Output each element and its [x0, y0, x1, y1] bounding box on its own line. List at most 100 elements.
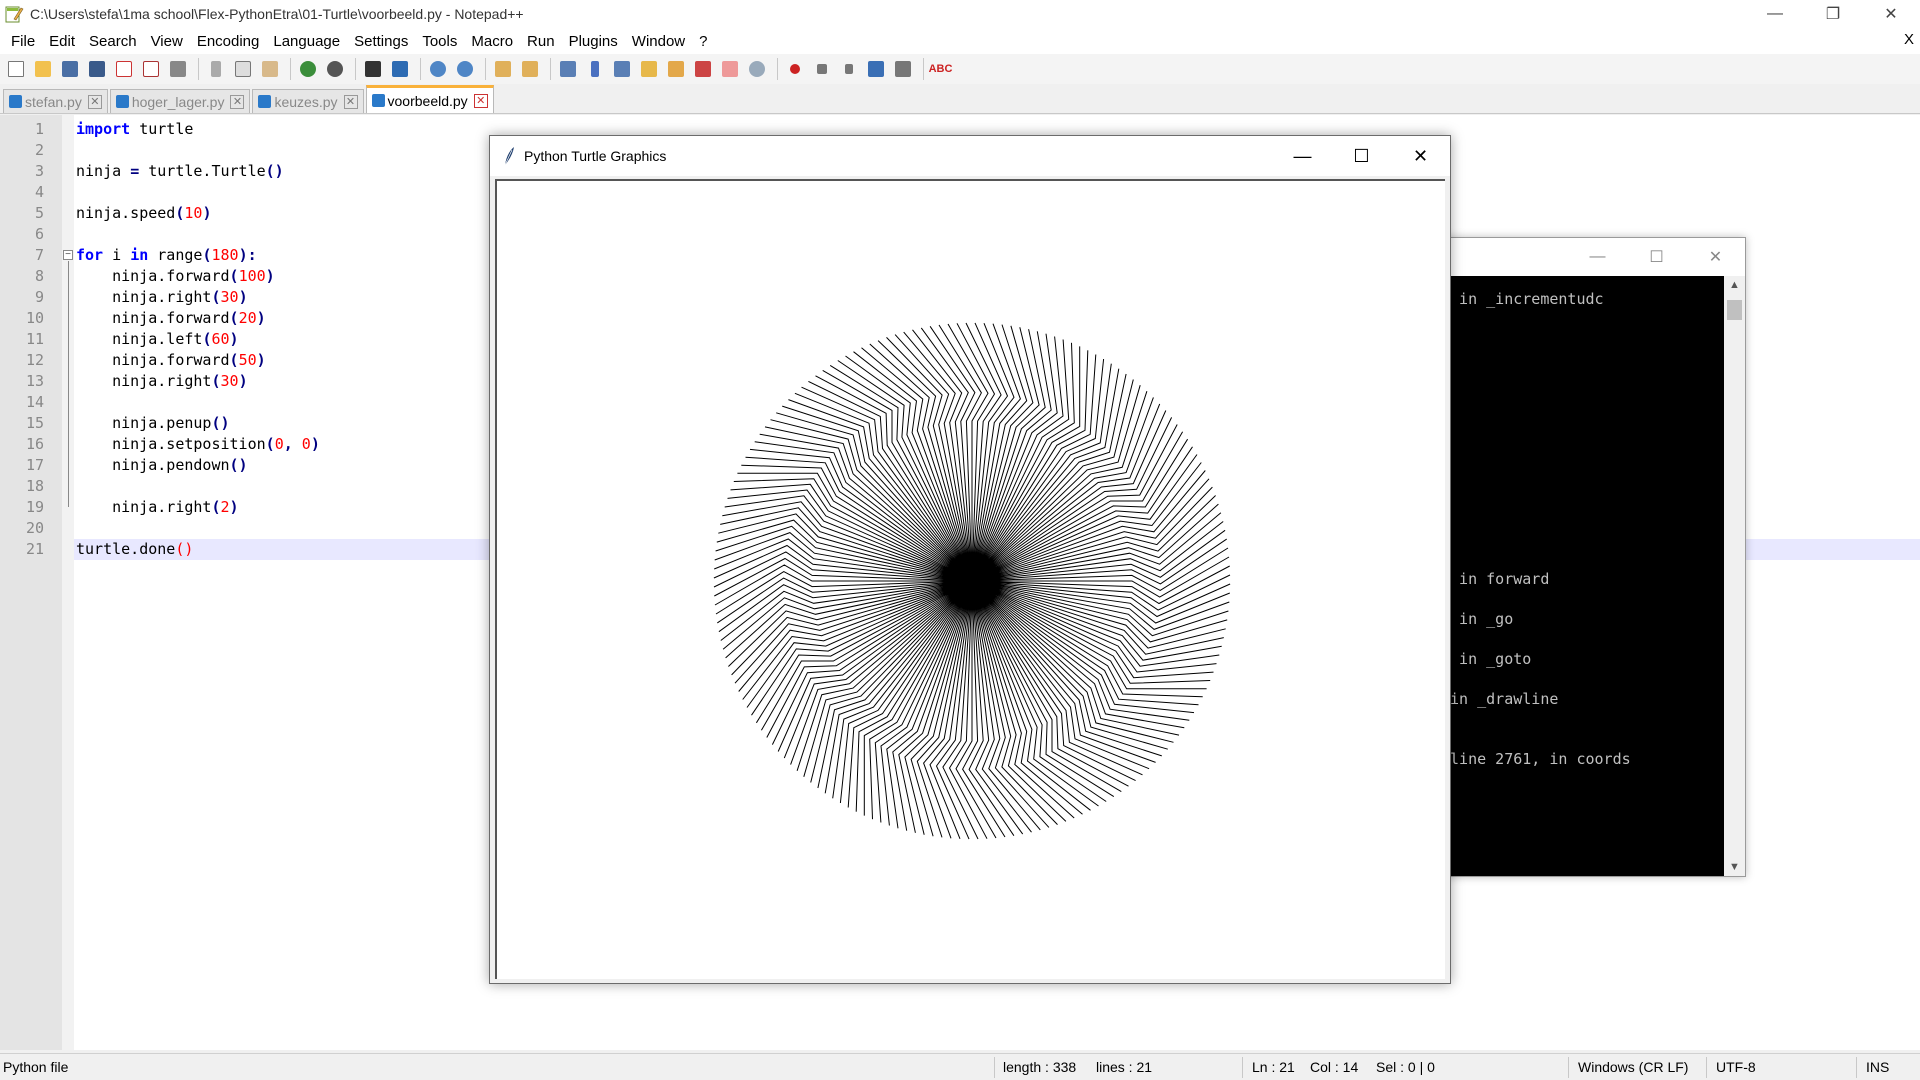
tab-close-icon[interactable]: ✕: [230, 94, 245, 109]
restore-button[interactable]: ❐: [1804, 0, 1862, 28]
sync-horizontal-icon[interactable]: [518, 58, 541, 80]
code-line[interactable]: ninja.pendown(): [76, 455, 247, 476]
scroll-thumb[interactable]: [1727, 300, 1742, 320]
turtle-minimize-button[interactable]: —: [1273, 136, 1332, 176]
turtle-drawing: [713, 322, 1231, 840]
code-token: for: [76, 246, 104, 264]
code-line[interactable]: ninja.right(30): [76, 371, 248, 392]
replace-icon[interactable]: [388, 58, 411, 80]
save-macro-icon[interactable]: [891, 58, 914, 80]
play-macro-icon[interactable]: [837, 58, 860, 80]
run-macro-multiple-icon[interactable]: [864, 58, 887, 80]
line-number: 3: [34, 162, 44, 180]
code-line[interactable]: ninja.forward(20): [76, 308, 266, 329]
minimize-button[interactable]: —: [1746, 0, 1804, 28]
doc-map-icon[interactable]: [664, 58, 687, 80]
redo-icon[interactable]: [323, 58, 346, 80]
code-line[interactable]: ninja.forward(50): [76, 350, 266, 371]
menu-run[interactable]: Run: [520, 33, 562, 50]
paste-icon[interactable]: [258, 58, 281, 80]
show-all-chars-icon[interactable]: [583, 58, 606, 80]
zoom-out-icon[interactable]: [453, 58, 476, 80]
menu-window[interactable]: Window: [625, 33, 692, 50]
udl-icon[interactable]: [637, 58, 660, 80]
tab-close-icon[interactable]: ✕: [343, 94, 358, 109]
turtle-canvas[interactable]: [495, 179, 1445, 979]
close-file-icon[interactable]: [112, 58, 135, 80]
menu-file[interactable]: File: [4, 33, 42, 50]
undo-icon[interactable]: [296, 58, 319, 80]
word-wrap-icon[interactable]: [556, 58, 579, 80]
turtle-close-button[interactable]: ✕: [1391, 136, 1450, 176]
tab-hoger-lager[interactable]: hoger_lager.py ✕: [109, 89, 251, 113]
code-line[interactable]: ninja.right(2): [76, 497, 238, 518]
spell-check-icon[interactable]: ABC: [929, 58, 953, 80]
scroll-up-icon[interactable]: ▲: [1724, 276, 1745, 294]
file-icon: [258, 95, 272, 108]
code-line[interactable]: ninja.right(30): [76, 287, 247, 308]
code-token: ): [238, 372, 248, 390]
stop-macro-icon[interactable]: [810, 58, 833, 80]
console-scrollbar[interactable]: ▲ ▼: [1724, 276, 1745, 876]
new-file-icon[interactable]: [4, 58, 27, 80]
turtle-maximize-button[interactable]: ☐: [1332, 136, 1391, 176]
save-icon[interactable]: [58, 58, 81, 80]
console-window[interactable]: — ☐ ✕ , in _incrementudc , in forward , …: [1440, 237, 1746, 877]
status-length: length : 338: [1003, 1059, 1077, 1075]
line-number: 7: [34, 246, 44, 264]
menu-plugins[interactable]: Plugins: [562, 33, 625, 50]
menu-encoding[interactable]: Encoding: [190, 33, 267, 50]
monitoring-icon[interactable]: [745, 58, 768, 80]
tab-close-icon[interactable]: ✕: [87, 94, 102, 109]
turtle-graphics-window[interactable]: Python Turtle Graphics — ☐ ✕: [489, 135, 1451, 984]
code-line[interactable]: for i in range(180):: [76, 245, 257, 266]
close-all-icon[interactable]: [139, 58, 162, 80]
folder-workspace-icon[interactable]: [718, 58, 741, 80]
code-line[interactable]: ninja.speed(10): [76, 203, 211, 224]
scroll-down-icon[interactable]: ▼: [1724, 858, 1745, 876]
print-icon[interactable]: [166, 58, 189, 80]
menu-macro[interactable]: Macro: [464, 33, 520, 50]
code-token: ninja.forward: [112, 351, 230, 369]
tab-voorbeeld[interactable]: voorbeeld.py ✕: [365, 85, 494, 113]
find-icon[interactable]: [361, 58, 384, 80]
code-token: import: [76, 120, 131, 138]
fold-toggle-icon[interactable]: −: [63, 250, 73, 260]
zoom-in-icon[interactable]: [426, 58, 449, 80]
menu-settings[interactable]: Settings: [347, 33, 415, 50]
tab-keuzes[interactable]: keuzes.py ✕: [252, 89, 364, 113]
sync-vertical-icon[interactable]: [491, 58, 514, 80]
console-minimize-button[interactable]: —: [1568, 238, 1627, 276]
tab-stefan[interactable]: stefan.py ✕: [3, 89, 108, 113]
record-macro-icon[interactable]: [783, 58, 806, 80]
menu-edit[interactable]: Edit: [42, 33, 82, 50]
copy-icon[interactable]: [231, 58, 254, 80]
code-line[interactable]: import turtle: [76, 119, 193, 140]
close-document-button[interactable]: X: [1904, 31, 1914, 48]
menu-search[interactable]: Search: [82, 33, 144, 50]
console-line: , in _goto: [1441, 650, 1532, 668]
line-number: 10: [25, 309, 44, 327]
save-all-icon[interactable]: [85, 58, 108, 80]
console-close-button[interactable]: ✕: [1686, 238, 1745, 276]
cut-icon[interactable]: [204, 58, 227, 80]
open-file-icon[interactable]: [31, 58, 54, 80]
code-line[interactable]: ninja.penup(): [76, 413, 229, 434]
code-line[interactable]: turtle.done(): [76, 539, 193, 560]
indent-guide-icon[interactable]: [610, 58, 633, 80]
console-maximize-button[interactable]: ☐: [1627, 238, 1686, 276]
menu-view[interactable]: View: [144, 33, 190, 50]
code-line[interactable]: ninja = turtle.Turtle(): [76, 161, 284, 182]
function-list-icon[interactable]: [691, 58, 714, 80]
code-token: (: [229, 267, 239, 285]
menu-tools[interactable]: Tools: [415, 33, 464, 50]
code-line[interactable]: ninja.left(60): [76, 329, 238, 350]
close-button[interactable]: ✕: [1862, 0, 1920, 28]
code-line[interactable]: ninja.setposition(0, 0): [76, 434, 320, 455]
code-line[interactable]: ninja.forward(100): [76, 266, 275, 287]
menu-help[interactable]: ?: [692, 33, 714, 50]
menu-language[interactable]: Language: [266, 33, 347, 50]
status-mode: INS: [1866, 1059, 1890, 1075]
status-ln: Ln : 21: [1252, 1059, 1295, 1075]
tab-close-icon[interactable]: ✕: [473, 93, 488, 108]
